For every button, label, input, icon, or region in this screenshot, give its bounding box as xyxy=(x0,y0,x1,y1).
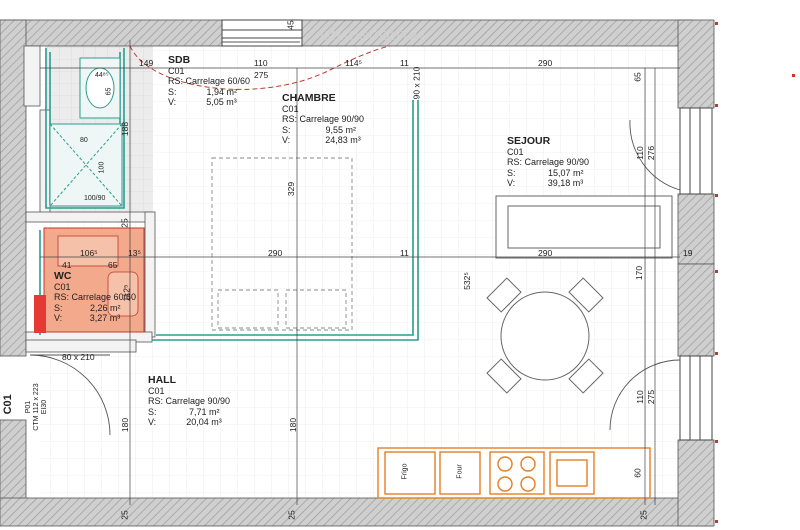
room-surface: S: 1,94 m² xyxy=(168,86,238,97)
kitchen-fridge-label: Frigo xyxy=(401,463,409,480)
dining-table xyxy=(486,277,604,394)
entry-code: C01 xyxy=(1,394,14,415)
dimension: 19 xyxy=(683,248,693,258)
room-code: C01 xyxy=(168,66,185,77)
room-finish: RS: Carrelage 90/90 xyxy=(507,157,590,168)
room-name: HALL xyxy=(148,374,176,386)
entry-door-info: P01 CTM 112 x 223 EI30 xyxy=(24,383,49,431)
dimension: 100 xyxy=(98,161,106,174)
dimension: 11 xyxy=(400,58,409,68)
dimension: 290 xyxy=(268,248,283,258)
room-finish: RS: Carrelage 90/90 xyxy=(148,396,231,407)
dimension: 13⁵ xyxy=(128,248,141,258)
kitchen-oven-label: Four xyxy=(456,464,464,479)
dimension: 100/90 xyxy=(84,195,106,202)
dimension: 110 xyxy=(254,58,268,68)
dimension: 25 xyxy=(638,510,649,520)
edge-markers xyxy=(715,22,795,523)
dimension: 41 xyxy=(62,260,72,270)
dimension: 90 x 210 xyxy=(411,66,422,100)
dimension: 532⁵ xyxy=(461,272,472,290)
room-name: WC xyxy=(54,270,72,282)
room-finish: RS: Carrelage 60/60 xyxy=(168,76,251,87)
dimension: 290 xyxy=(538,248,553,258)
dimension: 110 xyxy=(634,146,645,160)
room-code: C01 xyxy=(507,147,524,158)
room-volume: V: 24,83 m³ xyxy=(282,135,361,146)
dimension: 329 xyxy=(286,181,297,197)
dimension: 25 xyxy=(286,510,297,520)
room-surface: S: 7,71 m² xyxy=(148,406,220,417)
room-name: SDB xyxy=(168,54,191,66)
room-surface: S: 2,26 m² xyxy=(54,302,121,313)
dimension: 170 xyxy=(634,265,645,281)
dimension: 25 xyxy=(119,510,130,520)
dimension: 180 xyxy=(288,417,299,433)
room-finish: RS: Carrelage 90/90 xyxy=(282,114,365,125)
room-surface: S: 15,07 m² xyxy=(507,167,584,178)
dimension: 149 xyxy=(139,58,154,68)
dimension: 11 xyxy=(400,248,409,258)
dimension: 188 xyxy=(120,121,131,137)
floor-plan xyxy=(0,19,795,527)
kitchen-counter xyxy=(377,447,651,499)
room-volume: V: 39,18 m³ xyxy=(507,178,584,189)
dimension: 80 xyxy=(80,137,88,144)
room-name: SEJOUR xyxy=(507,135,551,147)
dimension: 275 xyxy=(254,70,269,80)
dimension: 25 xyxy=(119,218,130,228)
room-code: C01 xyxy=(282,104,299,115)
room-name: CHAMBRE xyxy=(282,92,336,104)
room-label-hall: HALL C01 RS: Carrelage 90/90 S: 7,71 m² … xyxy=(148,374,230,427)
dimension: 110 xyxy=(634,390,645,404)
room-volume: V: 5,05 m³ xyxy=(168,97,237,108)
dimension: 180 xyxy=(120,417,131,433)
dimension: 112⁵ xyxy=(121,284,132,302)
dimension: 60 xyxy=(632,468,643,478)
room-label-sdb: SDB C01 RS: Carrelage 60/60 S: 1,94 m² V… xyxy=(168,54,250,107)
wc-door-red xyxy=(34,295,46,333)
dimension: 65 xyxy=(105,87,113,96)
dimension: 114⁵ xyxy=(345,58,363,68)
room-label-chambre: CHAMBRE C01 RS: Carrelage 90/90 S: 9,55 … xyxy=(282,92,364,145)
dimension: 65 xyxy=(108,260,118,270)
room-volume: V: 3,27 m³ xyxy=(54,313,121,324)
dimension: 45 xyxy=(285,20,296,30)
sofa xyxy=(495,195,673,259)
dimension: 44⁸⁵ xyxy=(95,72,109,79)
room-label-sejour: SEJOUR C01 RS: Carrelage 90/90 S: 15,07 … xyxy=(507,135,589,188)
dimension: 80 x 210 xyxy=(62,352,95,362)
dimension: 290 xyxy=(538,58,553,68)
dimension: 276 xyxy=(646,145,657,161)
dimension: 275 xyxy=(646,389,657,405)
dimension: 65 xyxy=(632,72,643,82)
watermark: IMMOSCOUT24 xyxy=(320,28,427,43)
room-volume: V: 20,04 m³ xyxy=(148,417,222,428)
room-surface: S: 9,55 m² xyxy=(282,124,357,135)
room-code: C01 xyxy=(148,386,165,397)
dimension: 106⁵ xyxy=(80,248,98,258)
